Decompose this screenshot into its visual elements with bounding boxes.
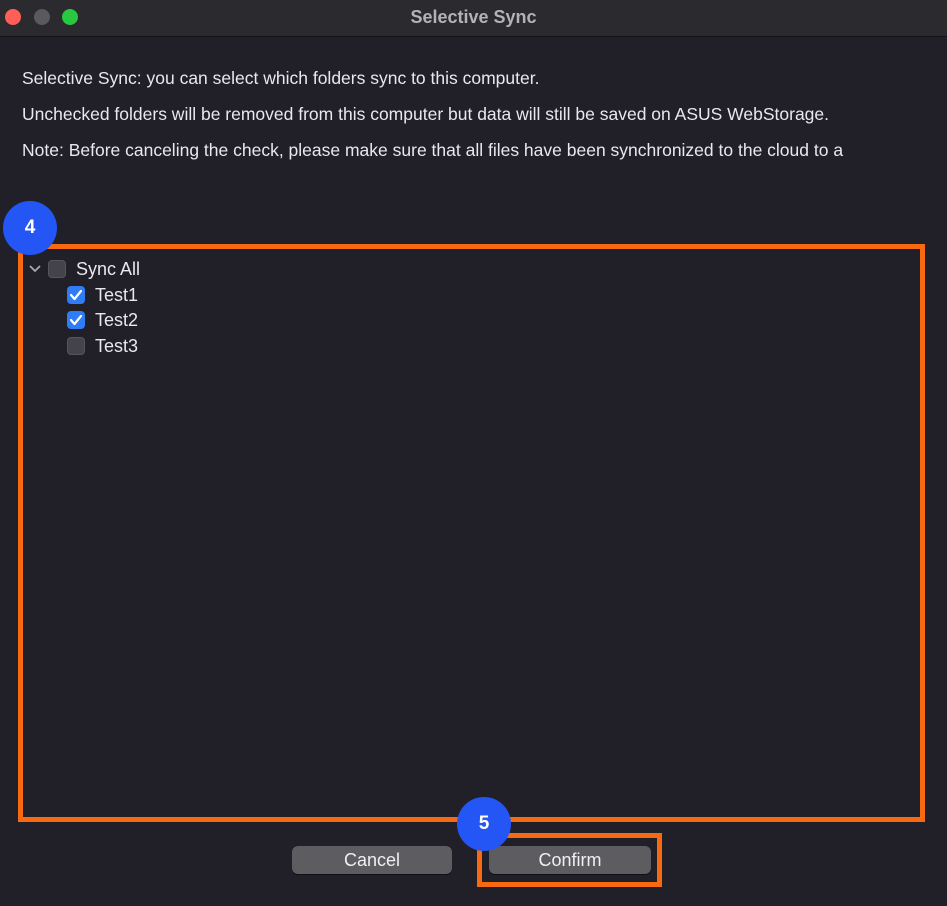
window-title: Selective Sync [410,7,537,27]
description-line-2: Unchecked folders will be removed from t… [22,104,830,124]
checkmark-icon [69,289,83,301]
title-bar: Selective Sync [0,0,947,37]
step-badge-confirm: 5 [457,797,511,851]
cancel-button[interactable]: Cancel [292,846,452,874]
selective-sync-window: Selective Sync Selective Sync: you can s… [0,0,947,906]
chevron-down-icon[interactable] [28,262,42,276]
step-badge-folders: 4 [3,201,57,255]
test3-label: Test3 [95,335,139,356]
sync-all-label: Sync All [76,258,141,279]
folder-tree-panel: Sync All Test1 Test2 Test3 [18,244,925,822]
test1-checkbox[interactable] [67,286,85,304]
description-line-1: Selective Sync: you can select which fol… [22,68,540,88]
checkmark-icon [69,314,83,326]
description-line-3: Note: Before canceling the check, please… [22,140,844,160]
test2-label: Test2 [95,309,139,330]
test3-checkbox[interactable] [67,337,85,355]
test1-label: Test1 [95,284,139,305]
tree-row-sync-all[interactable]: Sync All [28,257,140,281]
tree-row-test3[interactable]: Test3 [67,334,138,358]
tree-row-test2[interactable]: Test2 [67,308,138,332]
sync-all-checkbox[interactable] [48,260,66,278]
confirm-button[interactable]: Confirm [489,846,651,874]
test2-checkbox[interactable] [67,311,85,329]
tree-row-test1[interactable]: Test1 [67,283,138,307]
